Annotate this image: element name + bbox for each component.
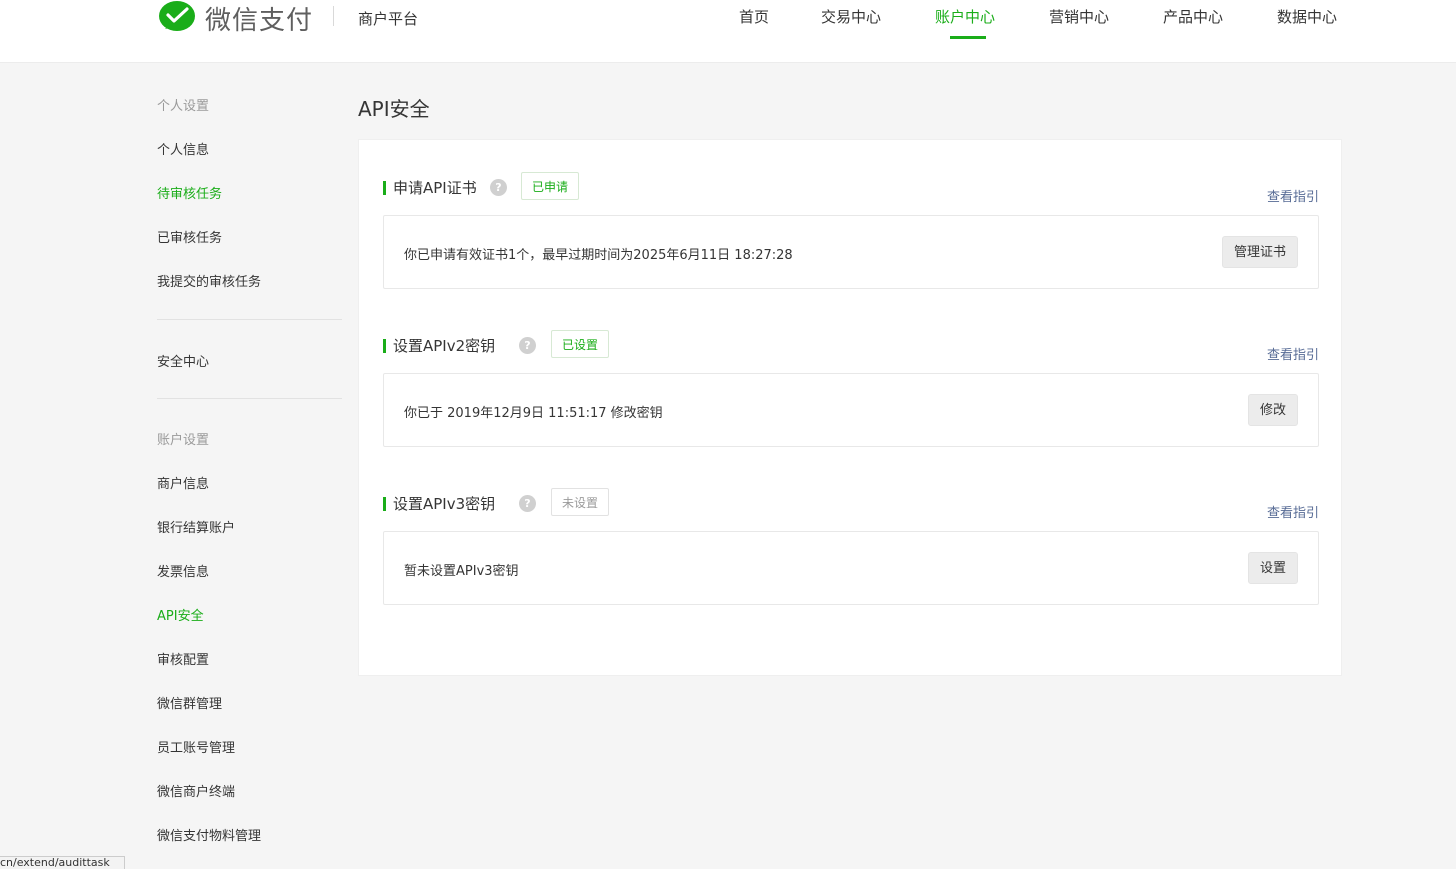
section-description: 暂未设置APIv3密钥	[404, 564, 519, 579]
modify-key-button[interactable]: 修改	[1247, 394, 1298, 426]
section-title: 设置APIv2密钥	[393, 337, 496, 355]
nav-active-indicator	[950, 36, 986, 39]
sidebar-item-personal-info[interactable]: 个人信息	[157, 139, 209, 158]
nav-home[interactable]: 首页	[739, 6, 769, 27]
sidebar-group-personal: 个人设置	[157, 99, 210, 114]
sidebar-item-pending-tasks[interactable]: 待审核任务	[157, 183, 222, 202]
section-apiv2-header: 设置APIv2密钥 ? 已设置 查看指引	[383, 330, 1319, 363]
section-marker	[383, 339, 386, 353]
section-apiv3-box: 暂未设置APIv3密钥 设置	[383, 531, 1319, 605]
section-apiv3-header: 设置APIv3密钥 ? 未设置 查看指引	[383, 488, 1319, 521]
sidebar-item-staff-accounts[interactable]: 员工账号管理	[157, 737, 235, 756]
section-apiv2-box: 你已于 2019年12月9日 11:51:17 修改密钥 修改	[383, 373, 1319, 447]
sidebar-item-merchant-info[interactable]: 商户信息	[157, 473, 209, 492]
page-title: API安全	[358, 97, 430, 121]
section-marker	[383, 497, 386, 511]
view-guide-link[interactable]: 查看指引	[1267, 502, 1319, 521]
manage-cert-button[interactable]: 管理证书	[1221, 236, 1298, 268]
view-guide-link[interactable]: 查看指引	[1267, 344, 1319, 363]
main-nav: 首页 交易中心 账户中心 营销中心 产品中心 数据中心	[0, 0, 1456, 62]
nav-trade-center[interactable]: 交易中心	[821, 6, 881, 27]
section-api-cert-header: 申请API证书 ? 已申请 查看指引	[383, 172, 1319, 205]
sidebar-item-api-security[interactable]: API安全	[157, 605, 204, 624]
set-key-button[interactable]: 设置	[1247, 552, 1298, 584]
nav-marketing-center[interactable]: 营销中心	[1049, 6, 1109, 27]
section-title: 申请API证书	[393, 179, 477, 197]
help-icon[interactable]: ?	[490, 179, 507, 196]
section-description: 你已申请有效证书1个，最早过期时间为2025年6月11日 18:27:28	[404, 248, 793, 263]
status-badge: 未设置	[551, 488, 610, 516]
sidebar-item-security-center[interactable]: 安全中心	[157, 351, 209, 370]
status-bar-url: cn/extend/audittask	[0, 856, 125, 869]
status-badge: 已申请	[521, 172, 580, 200]
sidebar-divider	[157, 319, 342, 320]
section-api-cert-box: 你已申请有效证书1个，最早过期时间为2025年6月11日 18:27:28 管理…	[383, 215, 1319, 289]
sidebar-item-bank-account[interactable]: 银行结算账户	[157, 517, 235, 536]
sidebar-item-invoice-info[interactable]: 发票信息	[157, 561, 209, 580]
sidebar-item-my-submitted-tasks[interactable]: 我提交的审核任务	[157, 271, 261, 290]
nav-account-center[interactable]: 账户中心	[935, 6, 995, 27]
sidebar-group-account: 账户设置	[157, 433, 210, 448]
section-marker	[383, 181, 386, 195]
view-guide-link[interactable]: 查看指引	[1267, 186, 1319, 205]
section-description: 你已于 2019年12月9日 11:51:17 修改密钥	[404, 406, 663, 421]
sidebar-divider	[157, 398, 342, 399]
help-icon[interactable]: ?	[519, 337, 536, 354]
nav-product-center[interactable]: 产品中心	[1163, 6, 1223, 27]
section-title: 设置APIv3密钥	[393, 495, 496, 513]
status-badge: 已设置	[551, 330, 610, 358]
help-icon[interactable]: ?	[519, 495, 536, 512]
api-security-panel: 申请API证书 ? 已申请 查看指引 你已申请有效证书1个，最早过期时间为202…	[358, 139, 1342, 676]
sidebar-item-audit-config[interactable]: 审核配置	[157, 649, 209, 668]
sidebar-item-merchant-terminal[interactable]: 微信商户终端	[157, 781, 235, 800]
sidebar-item-wechat-group[interactable]: 微信群管理	[157, 693, 222, 712]
top-header: 微信支付 商户平台 首页 交易中心 账户中心 营销中心 产品中心 数据中心	[0, 0, 1456, 63]
sidebar-item-materials[interactable]: 微信支付物料管理	[157, 825, 261, 844]
nav-data-center[interactable]: 数据中心	[1277, 6, 1337, 27]
sidebar-item-reviewed-tasks[interactable]: 已审核任务	[157, 227, 222, 246]
